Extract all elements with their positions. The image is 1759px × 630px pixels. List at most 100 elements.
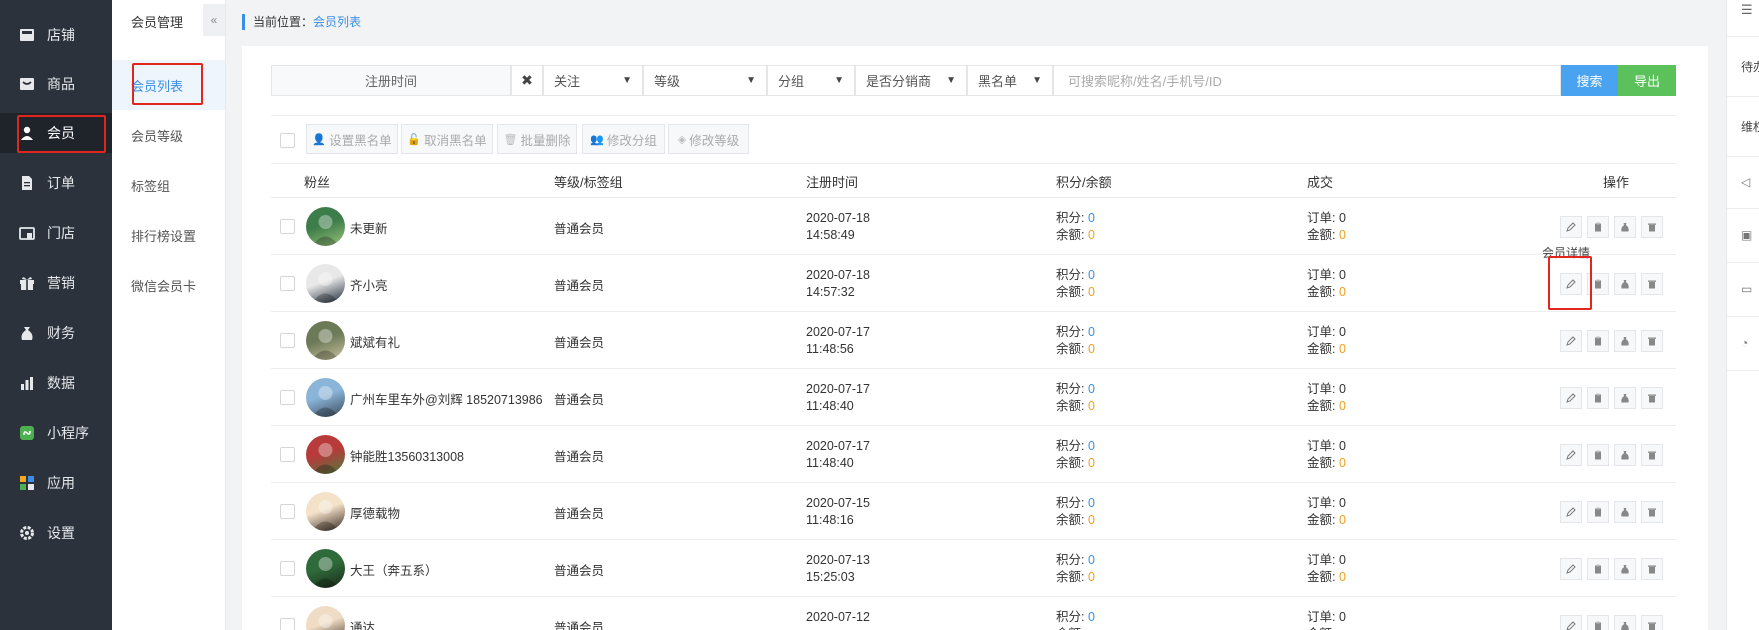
member-name[interactable]: 钟能胜13560313008 [350,446,464,465]
moneybag-icon[interactable] [1614,501,1636,523]
nav-item-orders[interactable]: 订单 [0,163,112,203]
member-name[interactable]: 通达 [350,617,375,630]
collapse-icon[interactable]: « [203,4,225,36]
clipboard-icon[interactable] [1587,558,1609,580]
right-item-todo[interactable]: 待办 [1741,58,1759,75]
subnav-item-wechat-card[interactable]: 微信会员卡 [112,260,225,310]
nav-item-data[interactable]: 数据 [0,363,112,403]
trash-icon[interactable] [1641,501,1663,523]
row-checkbox[interactable] [280,561,295,576]
nav-item-apps[interactable]: 应用 [0,463,112,503]
blacklist-select[interactable]: 黑名单 ▼ [967,65,1053,96]
chat-icon[interactable]: ▭ [1741,282,1759,296]
moneybag-icon[interactable] [1614,273,1636,295]
row-checkbox[interactable] [280,219,295,234]
bell-icon[interactable]: ◔ [1741,336,1759,350]
member-name[interactable]: 广州车里车外@刘辉 18520713986 [350,389,543,408]
nav-item-miniprogram[interactable]: 小程序 [0,413,112,453]
balance-label: 余额: [1056,342,1088,356]
trash-icon[interactable] [1641,330,1663,352]
nav-item-goods[interactable]: 商品 [0,64,112,104]
trash-icon[interactable] [1641,558,1663,580]
subnav-item-member-list[interactable]: 会员列表 [112,60,225,110]
reg-time-filter[interactable]: 注册时间 [271,65,511,96]
table-row: 斌斌有礼 普通会员 2020-07-17 11:48:56 积分: 0 余额: 0 订单: … [271,312,1676,369]
trash-icon: 🗑 [503,133,518,146]
member-name[interactable]: 厚德载物 [350,503,400,522]
subnav-item-tag-group[interactable]: 标签组 [112,160,225,210]
member-name[interactable]: 大王（奔五系） [350,560,438,579]
search-button[interactable]: 搜索 [1561,65,1618,96]
clipboard-icon[interactable] [1587,615,1609,630]
edit-icon[interactable] [1560,444,1582,466]
trash-icon[interactable] [1641,444,1663,466]
group-select[interactable]: 分组 ▼ [767,65,855,96]
trash-icon[interactable] [1641,273,1663,295]
select-label: 关注 [554,74,581,89]
row-checkbox[interactable] [280,618,295,630]
edit-icon[interactable] [1560,615,1582,630]
edit-icon[interactable] [1560,558,1582,580]
moneybag-icon[interactable] [1614,330,1636,352]
clipboard-icon[interactable] [1587,273,1609,295]
follow-select[interactable]: 关注 ▼ [543,65,643,96]
edit-icon[interactable] [1560,330,1582,352]
level-select[interactable]: 等级 ▼ [643,65,767,96]
subnav-item-ranking[interactable]: 排行榜设置 [112,210,225,260]
row-actions [1560,216,1663,238]
nav-item-settings[interactable]: 设置 [0,513,112,553]
breadcrumb-current[interactable]: 会员列表 [313,15,361,29]
nav-item-members[interactable]: 会员 [0,113,112,153]
moneybag-icon[interactable] [1614,216,1636,238]
trash-icon[interactable] [1641,615,1663,630]
set-blacklist-button[interactable]: 👤 设置黑名单 [306,124,398,154]
clipboard-icon[interactable] [1587,330,1609,352]
moneybag-icon[interactable] [1614,615,1636,630]
row-checkbox[interactable] [280,333,295,348]
points-label: 积分: [1056,553,1088,567]
nav-item-stores[interactable]: 门店 [0,213,112,253]
export-button[interactable]: 导出 [1618,65,1676,96]
row-checkbox[interactable] [280,504,295,519]
picture-icon[interactable]: ▣ [1741,228,1759,242]
nav-item-finance[interactable]: 财务 [0,313,112,353]
clear-date-icon[interactable]: ✖ [511,65,543,96]
moneybag-icon[interactable] [1614,387,1636,409]
edit-icon[interactable] [1560,216,1582,238]
orders-label: 订单: [1307,382,1339,396]
member-name[interactable]: 齐小亮 [350,275,388,294]
moneybag-icon[interactable] [1614,444,1636,466]
clipboard-icon[interactable] [1587,444,1609,466]
row-checkbox[interactable] [280,276,295,291]
doc-icon[interactable]: ☰ [1741,2,1759,18]
trash-icon[interactable] [1641,387,1663,409]
row-checkbox[interactable] [280,390,295,405]
nav-item-label: 订单 [47,175,75,191]
subnav-item-member-level[interactable]: 会员等级 [112,110,225,160]
change-level-button[interactable]: ◈ 修改等级 [668,124,749,154]
nav-item-label: 设置 [47,525,75,541]
distributor-select[interactable]: 是否分销商 ▼ [855,65,967,96]
clipboard-icon[interactable] [1587,387,1609,409]
right-item-rights[interactable]: 维权 [1741,118,1759,135]
edit-icon[interactable] [1560,273,1582,295]
edit-icon[interactable] [1560,387,1582,409]
clipboard-icon[interactable] [1587,501,1609,523]
trash-icon[interactable] [1641,216,1663,238]
member-name[interactable]: 斌斌有礼 [350,332,400,351]
row-checkbox[interactable] [280,447,295,462]
member-name[interactable]: 未更新 [350,218,388,237]
speaker-icon[interactable]: ◁ [1741,175,1759,189]
deal-summary: 订单: 0金额: [1307,609,1346,630]
orders-value: 0 [1338,382,1346,396]
cancel-blacklist-button[interactable]: 🔓 取消黑名单 [401,124,493,154]
edit-icon[interactable] [1560,501,1582,523]
batch-delete-button[interactable]: 🗑 批量删除 [497,124,577,154]
nav-item-store[interactable]: 店铺 [0,15,112,55]
search-input[interactable]: 可搜索昵称/姓名/手机号/ID [1053,65,1561,96]
change-group-button[interactable]: 👥 修改分组 [582,124,665,154]
clipboard-icon[interactable] [1587,216,1609,238]
nav-item-marketing[interactable]: 营销 [0,263,112,303]
moneybag-icon[interactable] [1614,558,1636,580]
select-all-checkbox[interactable] [280,133,295,148]
